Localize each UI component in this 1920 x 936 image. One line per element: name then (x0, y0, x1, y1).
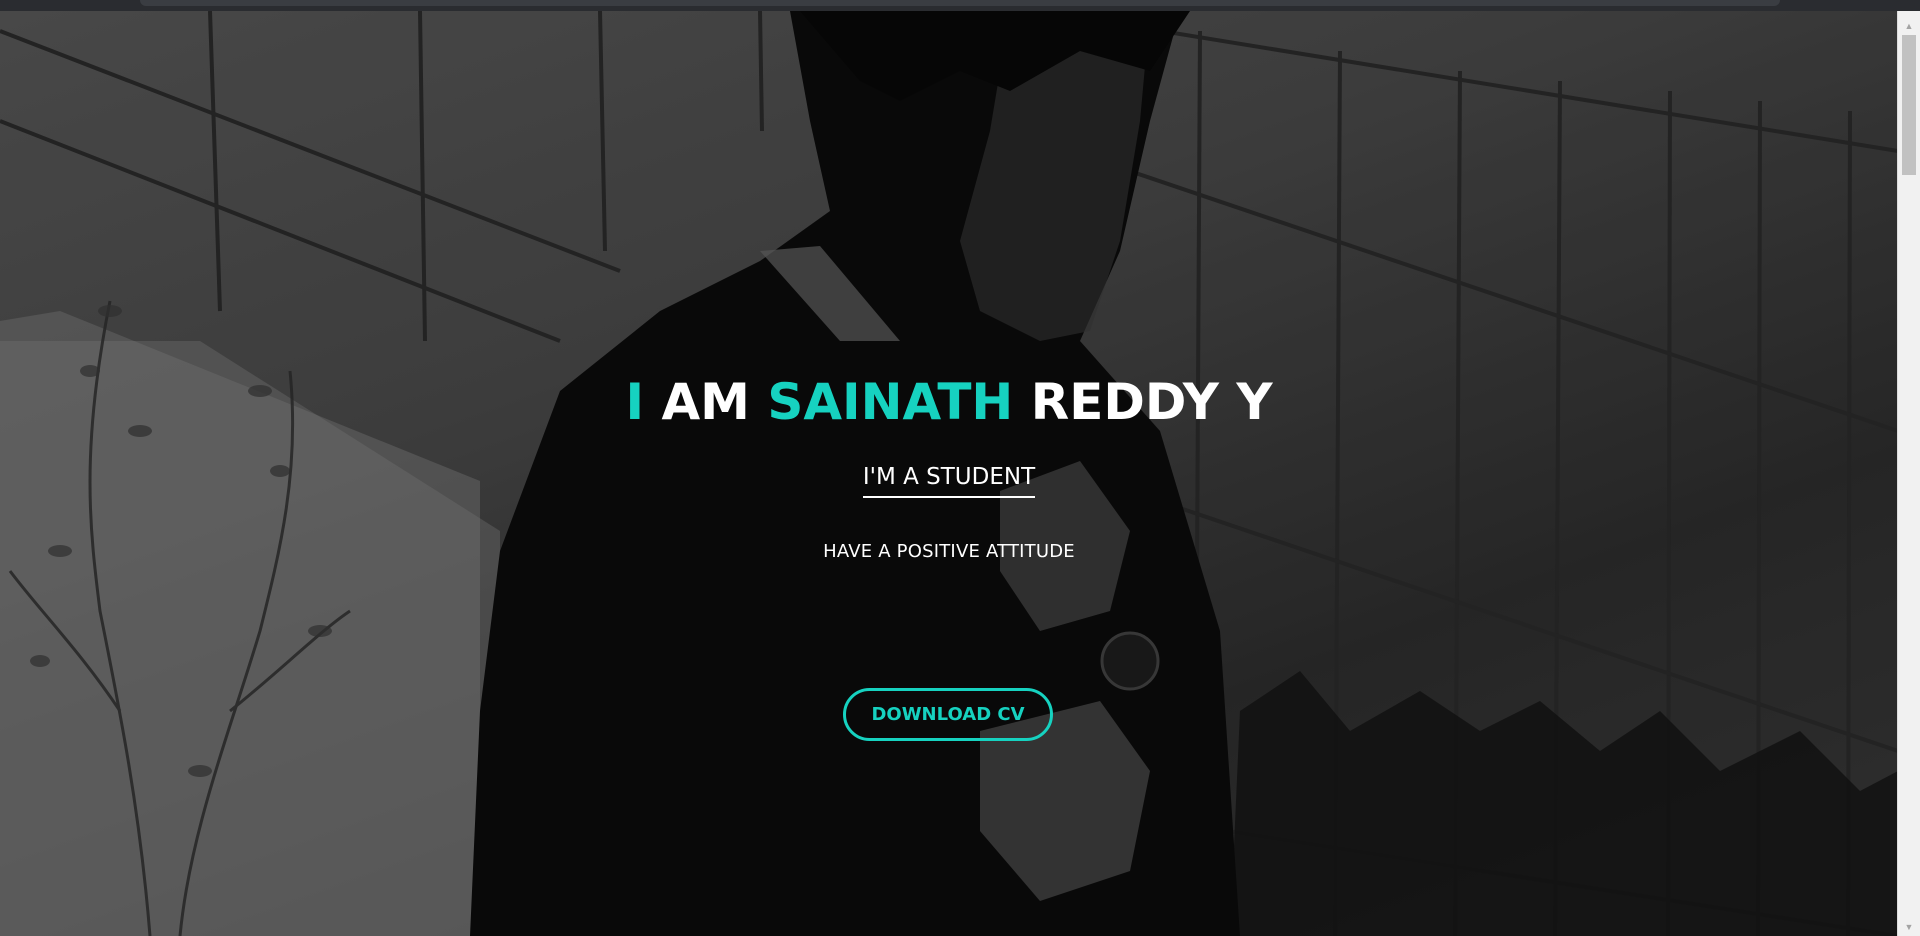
hero-tagline: HAVE A POSITIVE ATTITUDE (823, 541, 1075, 562)
title-accent-i: I (625, 373, 645, 431)
chevron-down-icon[interactable]: ▼ (1898, 918, 1920, 936)
browser-toolbar-edge (140, 0, 1780, 6)
hero-title: I AM SAINATH REDDY Y (0, 373, 1898, 431)
page-scrollbar[interactable]: ▲ ▼ (1897, 11, 1920, 936)
title-am: AM (644, 373, 768, 431)
scrollbar-thumb[interactable] (1902, 35, 1916, 175)
title-surname: REDDY Y (1013, 373, 1273, 431)
hero-content: I AM SAINATH REDDY Y I'M A STUDENT HAVE … (0, 11, 1898, 936)
title-accent-name: SAINATH (767, 373, 1014, 431)
hero-subtitle: I'M A STUDENT (0, 464, 1898, 498)
browser-chrome-strip (0, 0, 1920, 11)
chevron-up-icon[interactable]: ▲ (1898, 17, 1920, 35)
hero-subtitle-text: I'M A STUDENT (862, 464, 1036, 498)
download-cv-button[interactable]: DOWNLOAD CV (843, 688, 1053, 741)
